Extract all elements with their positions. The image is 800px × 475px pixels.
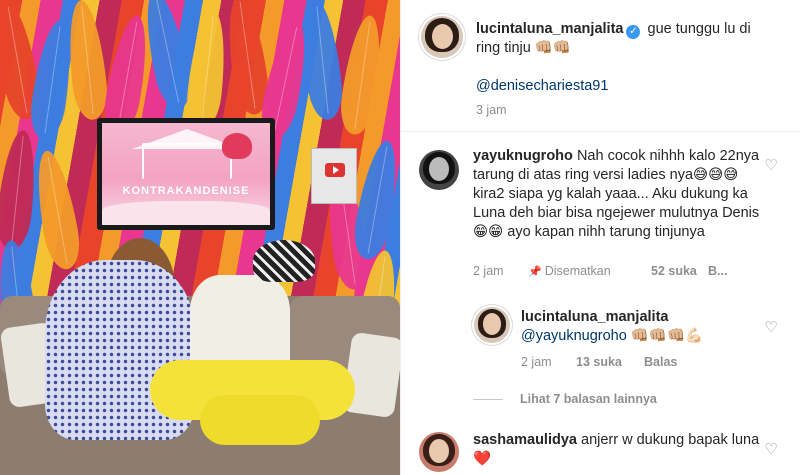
caption-mention[interactable]: @denisechariesta91 <box>476 77 608 96</box>
wallpaper-feather <box>29 147 85 273</box>
heart-graphic <box>222 133 252 159</box>
wallpaper-feather <box>183 8 231 132</box>
verified-badge-icon: ✓ <box>626 25 641 39</box>
bucket-hat <box>253 240 315 282</box>
youtube-play-button-plaque <box>311 148 357 204</box>
avatar-face <box>483 313 501 336</box>
caption-block: lucintaluna_manjalita ✓ gue tunggu lu di … <box>476 20 776 58</box>
cloud-graphic <box>102 201 270 225</box>
yellow-pants-leg <box>200 395 320 445</box>
view-more-replies-button[interactable]: Lihat 7 balasan lainnya <box>520 392 657 406</box>
caption-author-avatar[interactable] <box>421 16 463 58</box>
comment-body: sashamaulidya anjerr w dukung bapak luna… <box>473 431 763 469</box>
pin-icon: 📌 <box>528 266 542 278</box>
avatar-face <box>431 23 453 49</box>
comments-panel: lucintaluna_manjalita ✓ gue tunggu lu di … <box>400 0 800 475</box>
reply-avatar[interactable] <box>474 307 510 343</box>
heart-outline-icon[interactable]: ♡ <box>763 320 779 336</box>
comment-time[interactable]: 2 jam <box>473 264 504 278</box>
view-replies-line <box>473 399 503 400</box>
reply-likes[interactable]: 13 suka <box>576 355 622 369</box>
reply-mention[interactable]: @yayuknugroho <box>521 328 627 344</box>
house-graphic <box>142 143 232 179</box>
wallpaper-feather <box>63 0 111 122</box>
television: KONTRAKANDENISE <box>97 118 275 230</box>
comment-avatar[interactable] <box>419 150 459 190</box>
caption-time[interactable]: 3 jam <box>476 103 507 117</box>
heart-outline-icon[interactable]: ♡ <box>763 442 779 458</box>
reply-username[interactable]: lucintaluna_manjalita <box>521 308 761 327</box>
pinned-text: Disematkan <box>544 264 611 278</box>
reply-body: lucintaluna_manjalita @yayuknugroho 👊🏼👊🏼… <box>521 308 761 346</box>
comment-username[interactable]: sashamaulidya <box>473 432 577 448</box>
comment-body: yayuknugroho Nah cocok nihhh kalo 22nya … <box>473 147 763 242</box>
reply-button[interactable]: Balas <box>644 355 677 369</box>
divider <box>401 131 800 132</box>
reply-text: 👊🏼👊🏼👊🏼💪🏻 <box>626 328 704 344</box>
youtube-icon <box>325 163 345 177</box>
reply-time[interactable]: 2 jam <box>521 355 552 369</box>
comment-likes[interactable]: 52 suka <box>651 264 697 278</box>
pinned-label: 📌 Disematkan <box>528 264 611 278</box>
post-photo[interactable]: KONTRAKANDENISE <box>0 0 400 475</box>
caption-username[interactable]: lucintaluna_manjalita <box>476 21 623 37</box>
wallpaper-feather <box>0 128 41 252</box>
heart-outline-icon[interactable]: ♡ <box>763 158 779 174</box>
comment-username[interactable]: yayuknugroho <box>473 148 573 164</box>
wallpaper-feather <box>336 13 388 137</box>
tv-brand-text: KONTRAKANDENISE <box>122 185 250 197</box>
wallpaper-feather <box>298 0 346 122</box>
comment-avatar[interactable] <box>419 432 459 472</box>
reply-button[interactable]: B... <box>708 264 727 278</box>
wallpaper-feather <box>349 137 400 263</box>
tv-screen: KONTRAKANDENISE <box>102 123 270 225</box>
